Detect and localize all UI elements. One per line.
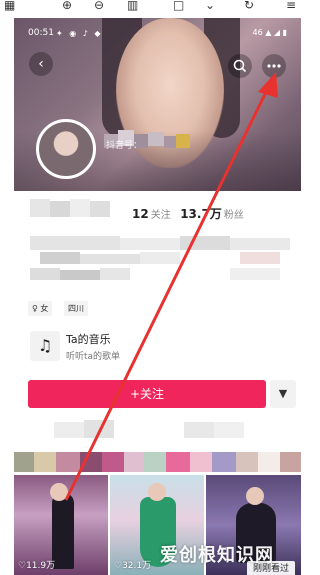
music-title[interactable]: Ta的音乐 [66,331,111,347]
zoom-in-icon[interactable]: ⊕ [62,0,72,11]
search-icon [233,59,247,73]
profile-stats: 12 关注 13.7万 粉丝 [132,205,250,222]
followers-stat[interactable]: 13.7万 粉丝 [180,207,250,221]
name-mosaic [30,199,130,219]
phone-screen: 00:51 ✦ ◉ ♪ ◆ 46 ▲ ◢ ▮ ‹ 抖音号： 12 关注 13.7… [14,18,301,575]
follow-button[interactable]: +关注 [28,380,266,408]
status-time: 00:51 [28,28,54,38]
more-options-button[interactable] [262,54,286,78]
watermark: 爱创根知识网 [160,545,274,566]
status-notification-icons: ✦ ◉ ♪ ◆ [56,29,103,38]
chevron-down-icon[interactable]: ▼ [270,380,296,408]
back-button[interactable]: ‹ [29,52,53,76]
status-right-icons: 46 ▲ ◢ ▮ [252,28,287,37]
zoom-out-icon[interactable]: ⊖ [94,0,104,11]
douyin-id: 抖音号： [106,141,143,151]
grid-icon[interactable]: ▦ [4,0,15,11]
music-note-icon[interactable]: ♫ [30,331,60,361]
loop-icon[interactable]: ↻ [244,0,254,11]
search-button[interactable] [228,54,252,78]
page-icon[interactable]: □ [173,0,184,11]
status-bar: 00:51 ✦ ◉ ♪ ◆ 46 ▲ ◢ ▮ [14,28,301,42]
music-subtitle: 听听ta的歌单 [66,352,121,362]
following-stat[interactable]: 12 关注 [132,207,177,221]
chevron-down-icon[interactable]: ⌄ [205,0,215,11]
avatar[interactable] [36,119,96,179]
gender-tag: ♀ 女 [28,301,53,316]
location-tag: 四川 [64,301,88,316]
bio-mosaic [30,236,290,292]
tabs-mosaic [14,418,301,474]
video-likes: ♡11.9万 [18,561,56,571]
fit-icon[interactable]: ▥ [127,0,138,11]
video-thumbnail[interactable]: ♡11.9万 [14,475,108,575]
menu-icon[interactable]: ≡ [286,0,296,11]
more-horizontal-icon [267,64,281,68]
chevron-left-icon: ‹ [38,56,44,72]
host-toolbar: ▦ ⊕ ⊖ ▥ □ ⌄ ↻ ≡ [0,0,310,14]
video-likes: ♡32.1万 [114,561,152,571]
